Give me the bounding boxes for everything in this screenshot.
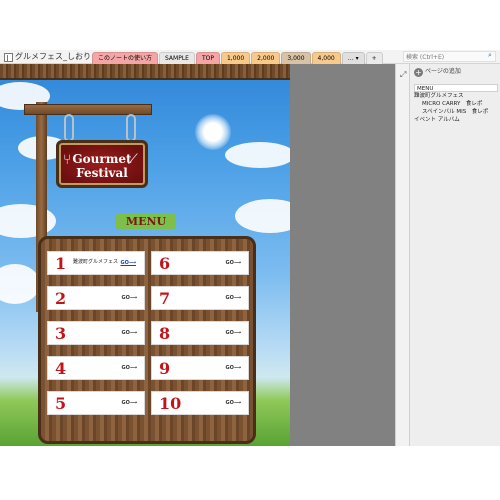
pages-panel: + ページの追加 MENU 難波町グルメフェス MICRO CARRY 食レポ スペイ… (410, 64, 500, 446)
menu-heading: MENU (116, 214, 176, 229)
search-icon[interactable]: ⌕ (488, 51, 497, 60)
chain (64, 114, 74, 142)
cloud (0, 264, 40, 304)
section-tab[interactable]: … ▾ (341, 52, 365, 64)
go-link[interactable]: GO⟶ (225, 294, 241, 302)
menu-item-number: 3 (55, 324, 67, 343)
cloud (225, 142, 290, 168)
menu-item-10[interactable]: 10 GO⟶ (151, 391, 249, 415)
menu-item-8[interactable]: 8 GO⟶ (151, 321, 249, 345)
menu-item-number: 2 (55, 289, 67, 308)
page-list: MENU 難波町グルメフェス MICRO CARRY 食レポ スペインバル MIS 食… (414, 84, 498, 124)
go-link[interactable]: GO⟶ (121, 399, 137, 407)
go-link[interactable]: GO⟶ (120, 259, 136, 267)
menu-item-title: 難波町グルメフェス (73, 259, 119, 265)
menu-item-5[interactable]: 5 GO⟶ (47, 391, 145, 415)
menu-item-number: 10 (159, 394, 182, 413)
menu-item-number: 5 (55, 394, 67, 413)
cloud (0, 204, 56, 238)
page-list-item[interactable]: スペインバル MIS 食レポ (414, 108, 498, 116)
menu-item-6[interactable]: 6 GO⟶ (151, 251, 249, 275)
page-gutter (290, 64, 395, 446)
go-link[interactable]: GO⟶ (121, 329, 137, 337)
menu-item-1[interactable]: 1 難波町グルメフェス GO⟶ (47, 251, 145, 275)
menu-board: 1 難波町グルメフェス GO⟶ 2 GO⟶ 3 GO⟶ 4 GO⟶ 5 GO⟶ 6 GO⟶ 7 GO⟶ 8 GO… (38, 236, 256, 444)
knife-icon: ⟋ (128, 152, 138, 168)
menu-item-number: 1 (55, 254, 67, 273)
notebook-selector[interactable]: グルメフェス_しおり ▾ (4, 51, 97, 63)
section-tabs: このノートの使い方 SAMPLE TOP 1,000 2,000 3,000 4,000… … (92, 52, 383, 64)
go-link[interactable]: GO⟶ (225, 364, 241, 372)
cloud (235, 199, 290, 233)
page-list-item[interactable]: イベント アルバム (414, 116, 498, 124)
page-list-item[interactable]: 難波町グルメフェス (414, 92, 498, 100)
section-tab[interactable]: SAMPLE (159, 52, 195, 64)
section-tab[interactable]: このノートの使い方 (92, 52, 159, 64)
section-tab[interactable]: 2,000 (251, 52, 281, 64)
add-page-button[interactable]: + ページの追加 (414, 66, 461, 78)
menu-item-9[interactable]: 9 GO⟶ (151, 356, 249, 380)
add-section-tab[interactable]: + (365, 52, 383, 64)
section-tab-bar: グルメフェス_しおり ▾ このノートの使い方SAMPLETOP1,0002,00… (0, 50, 500, 64)
menu-item-number: 9 (159, 359, 171, 378)
notebook-icon (4, 52, 13, 62)
chain (126, 114, 136, 142)
section-tab[interactable]: 3,000 (281, 52, 311, 64)
plus-icon: + (414, 67, 423, 77)
go-link[interactable]: GO⟶ (225, 259, 241, 267)
section-tab[interactable]: 4,000 (311, 52, 341, 64)
menu-item-number: 7 (159, 289, 171, 308)
menu-item-4[interactable]: 4 GO⟶ (47, 356, 145, 380)
go-link[interactable]: GO⟶ (225, 399, 241, 407)
sun (195, 114, 231, 150)
menu-item-number: 8 (159, 324, 171, 343)
go-link[interactable]: GO⟶ (121, 294, 137, 302)
onenote-window: グルメフェス_しおり ▾ このノートの使い方SAMPLETOP1,0002,00… (0, 0, 500, 500)
expand-icon[interactable]: ⤢ (400, 70, 406, 80)
search-input[interactable]: 検索 (Ctrl+E) (403, 51, 496, 62)
go-link[interactable]: GO⟶ (225, 329, 241, 337)
add-page-label: ページの追加 (425, 68, 461, 75)
notebook-title: グルメフェス_しおり (15, 52, 91, 61)
section-tab[interactable]: TOP (195, 52, 220, 64)
fork-icon: ⑂ (63, 152, 72, 168)
menu-item-2[interactable]: 2 GO⟶ (47, 286, 145, 310)
sign-title-line2: Festival (76, 166, 128, 180)
panel-splitter[interactable]: ⤢ (395, 64, 410, 446)
menu-item-number: 6 (159, 254, 171, 273)
go-link[interactable]: GO⟶ (121, 364, 137, 372)
page-list-item[interactable]: MENU (414, 84, 498, 92)
wood-border-top (0, 64, 290, 80)
page-list-item[interactable]: MICRO CARRY 食レポ (414, 100, 498, 108)
page-canvas: Gourmet Festival ⑂ ⟋ MENU 1 難波町グルメフェス GO⟶ 2… (0, 64, 290, 446)
menu-item-7[interactable]: 7 GO⟶ (151, 286, 249, 310)
menu-item-number: 4 (55, 359, 67, 378)
section-tab[interactable]: 1,000 (220, 52, 251, 64)
menu-item-3[interactable]: 3 GO⟶ (47, 321, 145, 345)
